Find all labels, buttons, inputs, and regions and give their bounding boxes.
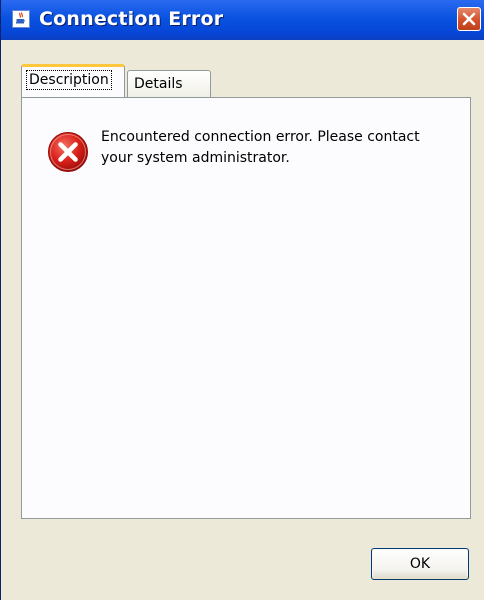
close-icon xyxy=(462,12,476,26)
java-cup-icon xyxy=(12,10,30,28)
error-message: Encountered connection error. Please con… xyxy=(101,129,420,166)
dialog-window: Connection Error Description Details Enc… xyxy=(0,0,484,600)
close-button[interactable] xyxy=(457,7,481,31)
tab-description[interactable]: Description xyxy=(21,64,125,97)
tab-details-label: Details xyxy=(134,76,183,92)
tab-details[interactable]: Details xyxy=(127,70,211,97)
description-panel: Encountered connection error. Please con… xyxy=(21,97,471,519)
tab-description-label: Description xyxy=(26,70,112,90)
title-bar[interactable]: Connection Error xyxy=(1,0,484,40)
dialog-title: Connection Error xyxy=(39,8,224,30)
error-icon xyxy=(48,132,88,172)
ok-button[interactable]: OK xyxy=(371,548,469,580)
